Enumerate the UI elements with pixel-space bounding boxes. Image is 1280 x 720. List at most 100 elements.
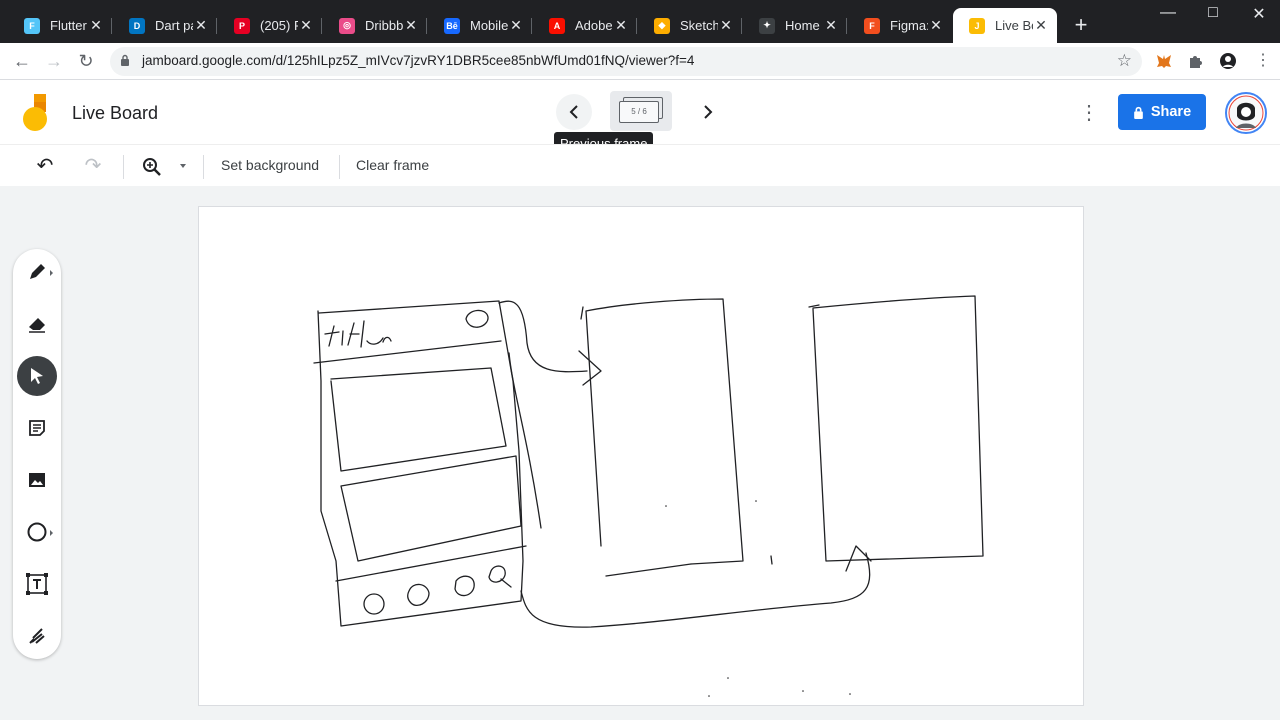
tab-separator [111,18,112,34]
shape-options-caret-icon[interactable] [50,530,53,536]
sticky-note-tool[interactable] [17,408,57,448]
redo-icon[interactable]: ↷ [82,155,104,177]
edit-toolbar: ↶ ↷ Set background Clear frame [0,144,1280,186]
avatar[interactable] [1225,92,1267,134]
eraser-icon [29,318,45,333]
tab-title: Mobile [470,18,508,33]
previous-frame-button[interactable] [556,94,592,130]
chevron-left-icon [569,105,578,119]
share-label: Share [1150,104,1192,120]
browser-toolbar: ← → ↻ jamboard.google.com/d/125hILpz5Z_m… [0,43,1280,80]
close-tab-icon[interactable]: ✕ [193,17,209,34]
close-tab-icon[interactable]: ✕ [298,17,314,34]
tab-separator [531,18,532,34]
tab-separator [426,18,427,34]
browser-tab[interactable]: J Live Bo✕ [953,8,1057,43]
browser-tab[interactable]: D Dart pa✕ [113,8,217,43]
close-tab-icon[interactable]: ✕ [613,17,629,34]
share-button[interactable]: Share [1118,94,1206,130]
close-tab-icon[interactable]: ✕ [718,17,734,34]
tab-separator [321,18,322,34]
minimize-icon[interactable]: — [1158,4,1178,22]
tab-favicon-icon: D [129,17,145,34]
profile-icon[interactable] [1219,52,1237,70]
pen-icon [30,264,45,279]
laser-icon [29,628,45,644]
chevron-right-icon [704,105,713,119]
browser-tab[interactable]: F Flutter ✕ [8,8,112,43]
tab-favicon-icon: P [234,17,250,34]
forward-icon[interactable]: → [42,49,66,73]
close-tab-icon[interactable]: ✕ [1033,17,1049,34]
add-image-tool[interactable] [17,460,57,500]
zoom-icon[interactable] [142,157,162,177]
tab-title: Adobe [575,18,613,33]
pen-tool[interactable] [17,252,57,292]
tab-title: Home | [785,18,823,33]
text-box-tool[interactable] [17,564,57,604]
eraser-tool[interactable] [17,304,57,344]
close-window-icon[interactable]: ✕ [1249,4,1269,24]
close-tab-icon[interactable]: ✕ [823,17,839,34]
browser-tab[interactable]: ◆ Sketch ✕ [638,8,742,43]
tab-favicon-icon: ◎ [339,17,355,34]
browser-tab[interactable]: ◎ Dribbbl ✕ [323,8,427,43]
tab-favicon-icon: F [864,17,880,34]
tab-title: Live Bo [995,18,1033,33]
user-avatar-icon [1228,95,1264,131]
sketch-drawing [313,295,984,697]
sticky-note-icon [29,420,45,436]
address-bar[interactable]: jamboard.google.com/d/125hILpz5Z_mIVcv7j… [110,47,1142,76]
metamask-extension-icon[interactable] [1155,52,1173,70]
undo-icon[interactable]: ↶ [34,155,56,177]
select-tool[interactable] [17,356,57,396]
bookmark-star-icon[interactable]: ☆ [1117,51,1132,71]
browser-tab[interactable]: ✦ Home | ✕ [743,8,847,43]
close-tab-icon[interactable]: ✕ [88,17,104,34]
tab-title: Dribbbl [365,18,403,33]
back-icon[interactable]: ← [10,49,34,73]
image-icon [29,473,45,487]
frame-indicator: 5 / 6 [619,101,659,123]
zoom-dropdown-caret-icon[interactable] [180,164,186,168]
close-tab-icon[interactable]: ✕ [928,17,944,34]
set-background-button[interactable]: Set background [221,157,319,173]
url-text: jamboard.google.com/d/125hILpz5Z_mIVcv7j… [142,53,695,68]
jamboard-canvas[interactable] [198,206,1084,706]
clear-frame-button[interactable]: Clear frame [356,157,429,173]
next-frame-button[interactable] [690,94,726,130]
lock-icon [1134,106,1143,119]
tab-favicon-icon: ◆ [654,17,670,34]
toolbar-divider [123,155,124,179]
tab-separator [741,18,742,34]
more-options-icon[interactable]: ⋮ [1079,101,1099,125]
laser-tool[interactable] [17,616,57,656]
browser-tab[interactable]: P (205) Pi✕ [218,8,322,43]
toolbar-divider [339,155,340,179]
browser-menu-icon[interactable]: ⋮ [1251,49,1275,73]
extensions-puzzle-icon[interactable] [1187,52,1205,70]
board-title[interactable]: Live Board [72,103,158,124]
reload-icon[interactable]: ↻ [74,49,98,73]
browser-tab[interactable]: F Figma: ✕ [848,8,952,43]
tab-favicon-icon: Bē [444,17,460,34]
tab-favicon-icon: ✦ [759,17,775,34]
browser-tab-strip: FFlutter✕DDart pa✕P(205) Pi✕◎Dribbbl✕BēM… [0,0,1280,43]
browser-tab[interactable]: A Adobe ✕ [533,8,637,43]
tab-title: Dart pa [155,18,193,33]
close-tab-icon[interactable]: ✕ [403,17,419,34]
toolbar-divider [203,155,204,179]
tab-favicon-icon: J [969,17,985,34]
tab-separator [636,18,637,34]
jamboard-logo-icon[interactable] [22,94,52,132]
maximize-icon[interactable]: □ [1203,4,1223,22]
tab-separator [216,18,217,34]
browser-tab[interactable]: Bē Mobile ✕ [428,8,532,43]
shape-tool[interactable] [17,512,57,552]
pen-options-caret-icon[interactable] [50,270,53,276]
tab-favicon-icon: A [549,17,565,34]
tab-favicon-icon: F [24,17,40,34]
frame-bar-toggle[interactable]: 5 / 6 [610,91,672,131]
close-tab-icon[interactable]: ✕ [508,17,524,34]
new-tab-button[interactable]: + [1070,14,1092,36]
